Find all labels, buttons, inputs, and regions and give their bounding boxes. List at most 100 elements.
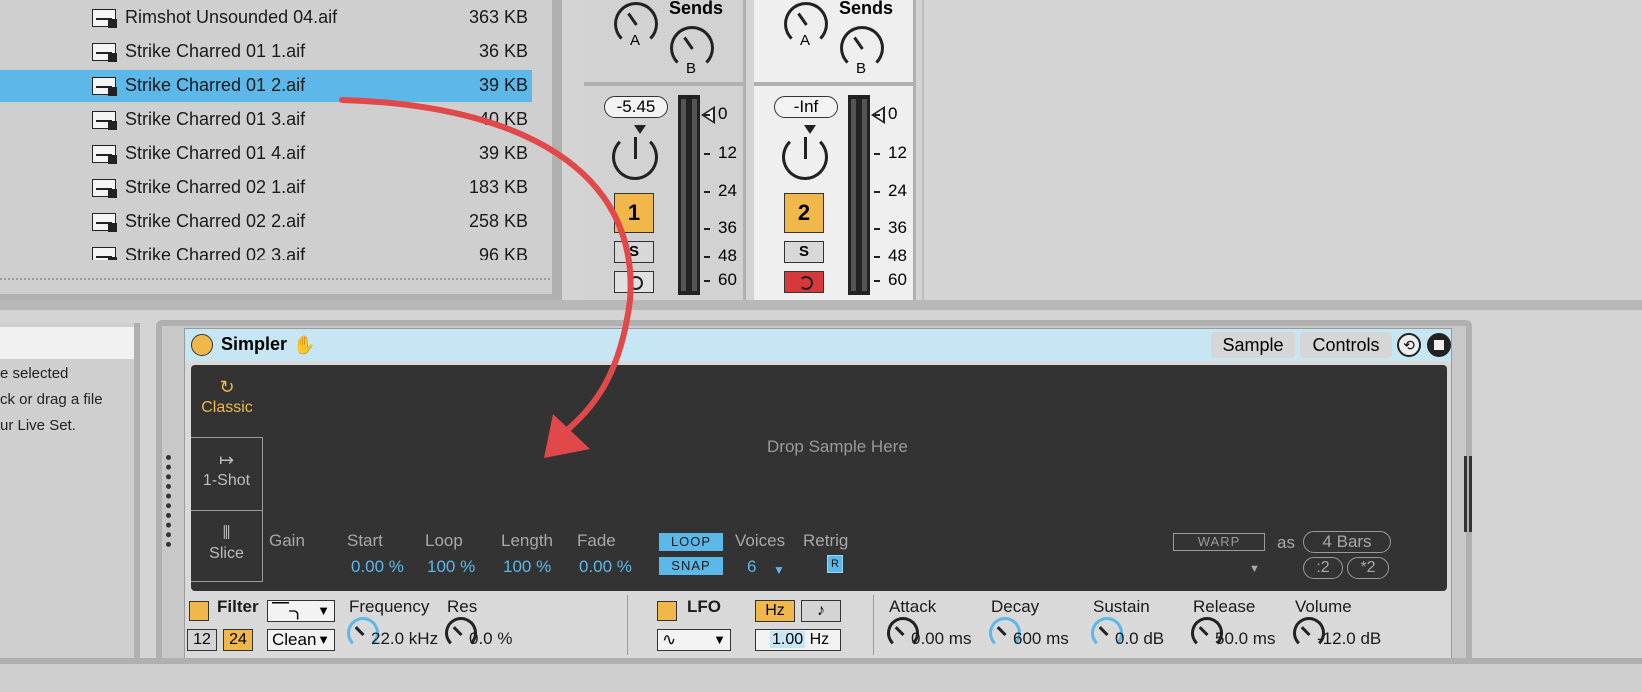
resize-grip-icon[interactable] — [166, 455, 172, 547]
warp-mode-dropdown-icon[interactable]: ▼ — [1249, 563, 1260, 575]
half-tempo-button[interactable]: :2 — [1303, 557, 1343, 579]
pan-knob[interactable] — [612, 125, 658, 180]
audio-file-icon — [92, 179, 117, 198]
file-name: Strike Charred 02 3.aif — [125, 245, 306, 260]
double-tempo-button[interactable]: *2 — [1347, 557, 1389, 579]
meter-scale-label: 36 — [874, 218, 907, 238]
pan-knob[interactable] — [782, 125, 828, 180]
audio-file-icon — [92, 145, 117, 164]
file-row[interactable]: Strike Charred 02 1.aif 183 KB — [0, 172, 532, 204]
section-divider — [627, 595, 628, 655]
mode-slice-button[interactable]: ⦀ Slice — [191, 510, 263, 582]
lfo-rate-field[interactable]: 1.00 Hz — [755, 629, 841, 651]
save-preset-icon[interactable] — [1427, 333, 1451, 357]
solo-button[interactable]: S — [784, 241, 824, 263]
attack-value[interactable]: 0.00 ms — [911, 629, 971, 649]
lfo-sync-note-button[interactable]: ♪ — [801, 600, 841, 622]
meter-scale-label: 60 — [874, 270, 907, 290]
audio-file-icon — [92, 43, 117, 62]
file-size: 363 KB — [468, 7, 528, 27]
track-volume-display[interactable]: -Inf — [774, 96, 838, 118]
sample-display[interactable]: ↻ Classic ↦ 1-Shot ⦀ Slice Drop Sample H… — [191, 365, 1447, 591]
device-scroll-handle[interactable] — [1464, 456, 1472, 532]
lfo-waveform-dropdown[interactable]: ∿ — [657, 629, 731, 651]
warp-bars-value[interactable]: 4 Bars — [1303, 531, 1391, 553]
lfo-toggle[interactable] — [657, 601, 677, 621]
sends-section: Sends A B — [754, 0, 913, 86]
track-activator-button[interactable]: 2 — [784, 193, 824, 233]
device-title-bar[interactable]: Simpler ✋ Sample Controls ⟲ — [185, 329, 1451, 361]
slope-24-button[interactable]: 24 — [223, 629, 253, 651]
snap-toggle[interactable]: SNAP — [659, 557, 723, 575]
slope-12-button[interactable]: 12 — [187, 629, 217, 651]
info-text: e selected — [0, 365, 69, 382]
frequency-value[interactable]: 22.0 kHz — [371, 629, 438, 649]
info-panel: e selected ck or drag a file ur Live Set… — [0, 323, 140, 665]
loop-label: Loop — [425, 531, 463, 550]
file-row[interactable]: Strike Charred 01 1.aif 36 KB — [0, 36, 532, 68]
file-size: 183 KB — [468, 177, 528, 197]
loop-value[interactable]: 100 % — [427, 557, 475, 577]
panel-divider — [552, 0, 560, 306]
file-name: Strike Charred 01 2.aif — [125, 75, 306, 95]
res-value[interactable]: 0.0 % — [469, 629, 512, 649]
fade-value[interactable]: 0.00 % — [579, 557, 632, 577]
solo-button[interactable]: S — [614, 241, 654, 263]
release-value[interactable]: 50.0 ms — [1215, 629, 1275, 649]
lfo-rate-value: 1.00 — [770, 631, 806, 648]
mode-classic-button[interactable]: ↻ Classic — [191, 365, 263, 439]
send-a-letter: A — [630, 32, 641, 49]
file-size: 96 KB — [478, 245, 528, 260]
sends-label: Sends — [839, 0, 894, 18]
filter-toggle[interactable] — [189, 601, 209, 621]
arm-button[interactable] — [784, 271, 824, 293]
loop-arrow-icon: ↻ — [219, 377, 235, 397]
meter-scale-label: 60 — [704, 270, 737, 290]
send-b-letter: B — [686, 60, 697, 77]
panel-separator — [0, 300, 1642, 310]
mode-one-shot-button[interactable]: ↦ 1-Shot — [191, 437, 263, 511]
level-meter — [678, 95, 700, 295]
hot-swap-icon[interactable]: ⟲ — [1397, 333, 1421, 357]
voices-dropdown-icon[interactable]: ▼ — [773, 563, 785, 577]
gain-label: Gain — [269, 531, 305, 550]
track-volume-display[interactable]: -5.45 — [604, 96, 668, 118]
file-row[interactable]: Rimshot Unsounded 04.aif 363 KB — [0, 2, 532, 34]
meter-scale-label: 12 — [874, 143, 907, 163]
filter-circuit-dropdown[interactable]: Clean — [267, 629, 335, 651]
voices-label: Voices — [735, 531, 786, 550]
meter-scale-label: 36 — [704, 218, 737, 238]
file-row[interactable]: Strike Charred 02 2.aif 258 KB — [0, 206, 532, 238]
file-row-selected[interactable]: Strike Charred 01 2.aif 39 KB — [0, 70, 532, 102]
meter-scale-label: 24 — [874, 181, 907, 201]
track-activator-button[interactable]: 1 — [614, 193, 654, 233]
file-row[interactable]: Strike Charred 01 4.aif 39 KB — [0, 138, 532, 170]
file-size: 39 KB — [478, 143, 528, 163]
volume-value[interactable]: -12.0 dB — [1317, 629, 1381, 649]
file-row[interactable]: Strike Charred 02 3.aif 96 KB — [0, 240, 532, 260]
tab-controls[interactable]: Controls — [1300, 332, 1392, 358]
meter-scale-label: 0 — [874, 104, 897, 124]
device-power-button[interactable] — [191, 334, 213, 356]
loop-toggle[interactable]: LOOP — [659, 533, 723, 551]
start-value[interactable]: 0.00 % — [351, 557, 404, 577]
voices-value[interactable]: 6 — [747, 557, 756, 577]
lfo-hz-button[interactable]: Hz — [755, 600, 795, 622]
decay-label: Decay — [991, 597, 1040, 616]
filter-type-dropdown[interactable]: ⎺╮ — [267, 600, 335, 622]
file-name: Strike Charred 01 4.aif — [125, 143, 306, 163]
preview-waveform[interactable] — [0, 278, 550, 282]
mixer-track-1: Sends A B -5.45 1 S 0 12 24 36 48 60 — [584, 0, 746, 300]
warp-toggle[interactable]: WARP — [1173, 533, 1265, 551]
file-row[interactable]: Strike Charred 01 3.aif 40 KB — [0, 104, 532, 136]
retrig-toggle[interactable]: R — [827, 555, 843, 573]
info-header — [0, 327, 134, 359]
tab-sample[interactable]: Sample — [1211, 332, 1295, 358]
device-title: Simpler — [221, 334, 288, 354]
decay-value[interactable]: 600 ms — [1013, 629, 1069, 649]
length-value[interactable]: 100 % — [503, 557, 551, 577]
section-divider — [873, 595, 874, 655]
sustain-value[interactable]: 0.0 dB — [1115, 629, 1164, 649]
drop-sample-hint: Drop Sample Here — [767, 437, 908, 456]
arm-button[interactable] — [614, 271, 654, 293]
